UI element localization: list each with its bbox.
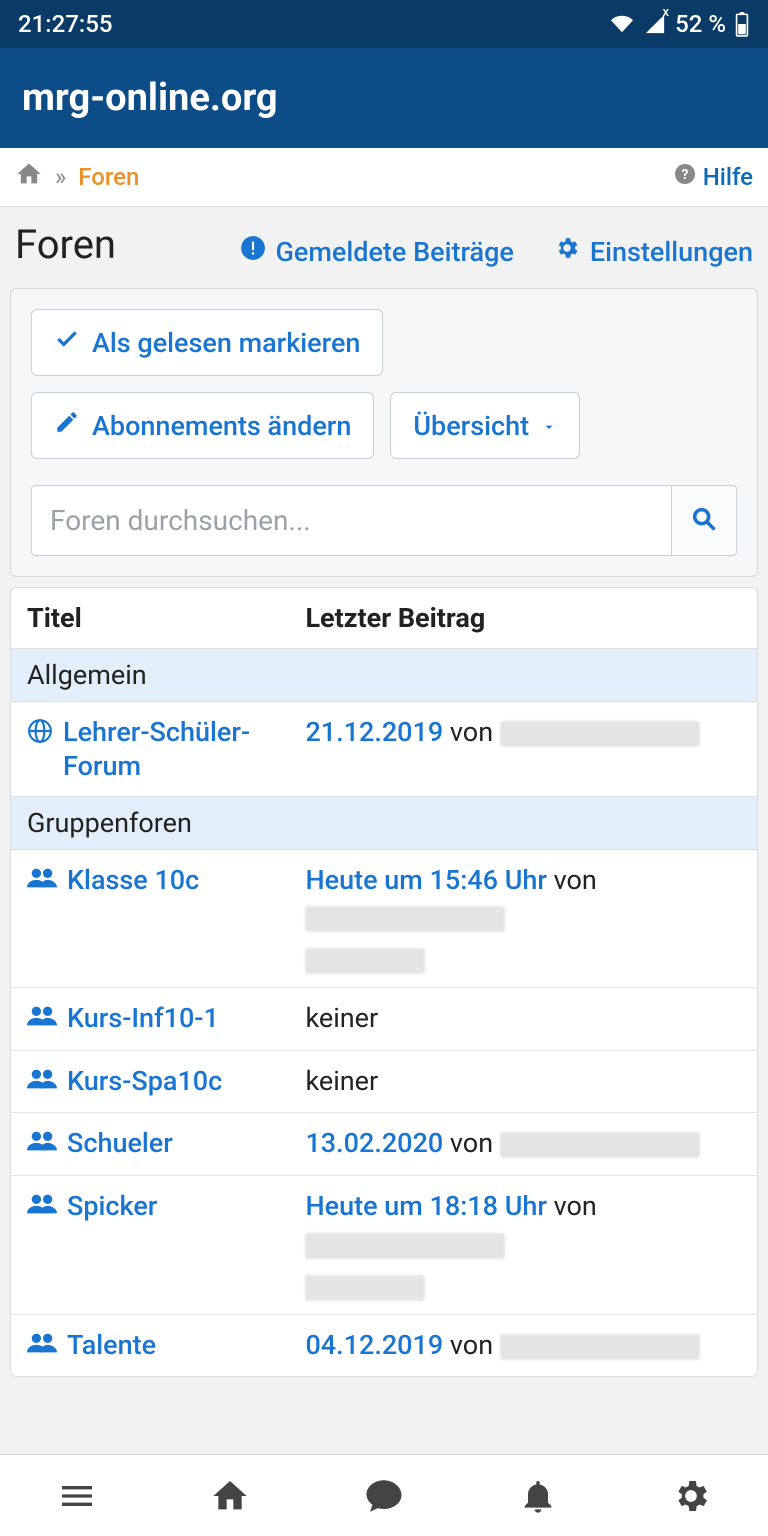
section-row: Gruppenforen <box>11 797 757 850</box>
battery-icon <box>734 11 750 37</box>
reported-posts-link[interactable]: Gemeldete Beiträge <box>240 235 514 268</box>
forum-row[interactable]: Lehrer-Schüler-Forum21.12.2019 von <box>11 702 757 797</box>
subscriptions-label: Abonnements ändern <box>92 410 351 442</box>
forum-name: Talente <box>67 1327 156 1363</box>
forum-last-post: 21.12.2019 von <box>305 714 741 752</box>
alert-icon <box>240 235 266 268</box>
group-icon <box>27 1188 57 1223</box>
column-title: Titel <box>27 602 305 634</box>
group-icon <box>27 862 57 897</box>
breadcrumb-separator: » <box>55 163 66 191</box>
toolbar-panel: Als gelesen markieren Abonnements ändern… <box>10 288 758 577</box>
status-bar: 21:27:55 x 52 % <box>0 0 768 48</box>
status-battery-pct: 52 % <box>675 10 726 38</box>
forum-last-post: keiner <box>305 1000 741 1038</box>
forum-last-post: 13.02.2020 von <box>305 1125 741 1163</box>
forum-table: Titel Letzter Beitrag AllgemeinLehrer-Sc… <box>10 587 758 1377</box>
forum-row[interactable]: Spicker Heute um 18:18 Uhr von <box>11 1176 757 1314</box>
app-header: mrg-online.org <box>0 48 768 148</box>
subscriptions-button[interactable]: Abonnements ändern <box>31 392 374 459</box>
help-link[interactable]: ? Hilfe <box>673 162 753 192</box>
status-time: 21:27:55 <box>18 10 113 38</box>
gear-icon <box>554 235 580 268</box>
page-head: Foren Gemeldete Beiträge Einstellungen <box>0 207 768 278</box>
help-icon: ? <box>673 162 697 192</box>
forum-row[interactable]: Kurs-Spa10c keiner <box>11 1051 757 1114</box>
group-icon <box>27 1063 57 1098</box>
forum-row[interactable]: Talente 04.12.2019 von <box>11 1315 757 1377</box>
breadcrumb-bar: » Foren ? Hilfe <box>0 148 768 207</box>
mark-read-label: Als gelesen markieren <box>92 327 360 359</box>
forum-row[interactable]: Klasse 10c Heute um 15:46 Uhr von <box>11 850 757 988</box>
forum-last-post: Heute um 18:18 Uhr von <box>305 1188 741 1301</box>
search-button[interactable] <box>671 485 737 556</box>
status-right: x 52 % <box>609 10 750 38</box>
column-last-post: Letzter Beitrag <box>305 602 741 634</box>
group-icon <box>27 1125 57 1160</box>
help-label: Hilfe <box>703 163 753 191</box>
mark-read-button[interactable]: Als gelesen markieren <box>31 309 383 376</box>
breadcrumb-current[interactable]: Foren <box>78 163 139 191</box>
forum-name: Lehrer-Schüler-Forum <box>63 714 305 784</box>
wifi-icon <box>609 13 635 35</box>
edit-icon <box>54 409 80 442</box>
nav-notifications[interactable] <box>508 1476 568 1516</box>
group-icon <box>27 1327 57 1362</box>
home-icon[interactable] <box>15 160 43 194</box>
page-title: Foren <box>15 215 116 274</box>
table-header-row: Titel Letzter Beitrag <box>11 588 757 649</box>
signal-icon: x <box>643 13 667 35</box>
overview-dropdown[interactable]: Übersicht <box>390 392 580 459</box>
nav-settings[interactable] <box>661 1476 721 1516</box>
globe-icon <box>27 714 53 751</box>
nav-home[interactable] <box>200 1476 260 1516</box>
caret-down-icon <box>541 410 557 442</box>
forum-name: Spicker <box>67 1188 157 1224</box>
app-title: mrg-online.org <box>22 76 278 120</box>
nav-messages[interactable] <box>354 1475 414 1517</box>
section-row: Allgemein <box>11 649 757 702</box>
overview-label: Übersicht <box>413 410 529 442</box>
nav-menu[interactable] <box>47 1476 107 1516</box>
svg-text:?: ? <box>681 167 688 183</box>
forum-name: Schueler <box>67 1125 173 1161</box>
reported-posts-label: Gemeldete Beiträge <box>276 236 514 268</box>
page: Foren Gemeldete Beiträge Einstellungen <box>0 207 768 1454</box>
bottom-nav <box>0 1454 768 1536</box>
forum-last-post: Heute um 15:46 Uhr von <box>305 862 741 975</box>
forum-last-post: keiner <box>305 1063 741 1101</box>
settings-link[interactable]: Einstellungen <box>554 235 753 268</box>
forum-name: Kurs-Inf10-1 <box>67 1000 219 1036</box>
forum-name: Klasse 10c <box>67 862 199 898</box>
check-icon <box>54 326 80 359</box>
settings-label: Einstellungen <box>590 236 753 268</box>
forum-last-post: 04.12.2019 von <box>305 1327 741 1365</box>
page-links: Gemeldete Beiträge Einstellungen <box>240 235 753 274</box>
forum-name: Kurs-Spa10c <box>67 1063 222 1099</box>
forum-row[interactable]: Schueler 13.02.2020 von <box>11 1113 757 1176</box>
search-icon <box>690 505 718 537</box>
forum-row[interactable]: Kurs-Inf10-1 keiner <box>11 988 757 1051</box>
search-input[interactable] <box>31 485 671 556</box>
group-icon <box>27 1000 57 1035</box>
